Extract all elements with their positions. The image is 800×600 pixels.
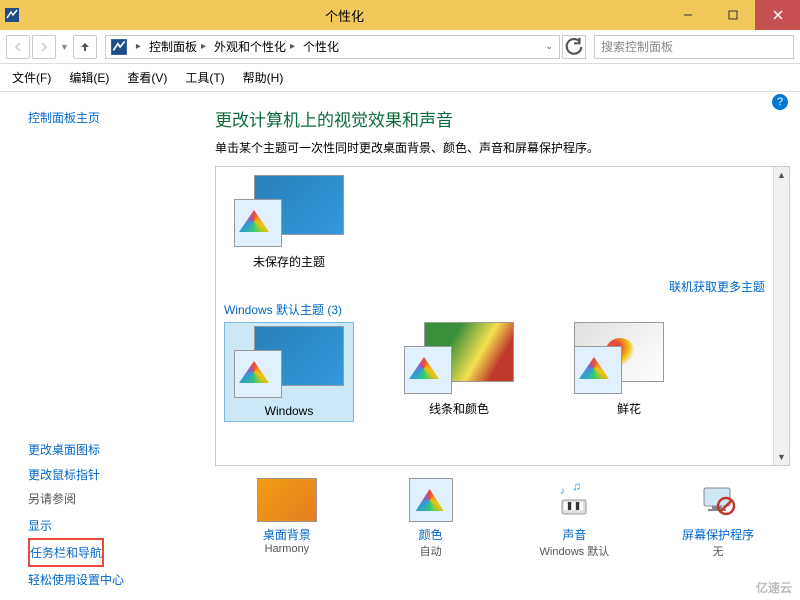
menu-tools[interactable]: 工具(T) <box>185 69 224 86</box>
up-button[interactable] <box>73 35 97 59</box>
nav-bar: ▼ ▸ 控制面板▸ 外观和个性化▸ 个性化 ⌄ 搜索控制面板 <box>0 30 800 64</box>
screensaver-setting[interactable]: 屏幕保护程序 无 <box>663 478 773 559</box>
forward-button[interactable] <box>32 35 56 59</box>
setting-value: 自动 <box>376 543 486 559</box>
watermark: 亿速云 <box>756 579 792 596</box>
theme-lines-colors[interactable]: 线条和颜色 <box>394 322 524 422</box>
breadcrumb-control-panel[interactable]: 控制面板▸ <box>145 36 210 58</box>
close-button[interactable] <box>755 0 800 30</box>
themes-panel: 未保存的主题 联机获取更多主题 Windows 默认主题 (3) Windows… <box>215 166 790 466</box>
theme-label: 未保存的主题 <box>224 253 354 270</box>
breadcrumb-label: 个性化 <box>303 38 339 55</box>
color-thumb <box>234 350 282 398</box>
sound-setting[interactable]: ♪♫ 声音 Windows 默认 <box>519 478 629 559</box>
menu-view[interactable]: 查看(V) <box>127 69 167 86</box>
page-subtext: 单击某个主题可一次性同时更改桌面背景、颜色、声音和屏幕保护程序。 <box>215 139 790 156</box>
breadcrumb-appearance[interactable]: 外观和个性化▸ <box>210 36 299 58</box>
color-thumb <box>404 346 452 394</box>
maximize-button[interactable] <box>710 0 755 30</box>
setting-label: 桌面背景 <box>232 526 342 543</box>
color-thumb <box>574 346 622 394</box>
bottom-settings-bar: 桌面背景 Harmony 颜色 自动 ♪♫ 声音 Windows 默认 屏幕保护… <box>215 466 790 559</box>
sound-icon: ♪♫ <box>547 478 601 522</box>
menu-file[interactable]: 文件(F) <box>12 69 51 86</box>
recent-dropdown[interactable]: ▼ <box>60 42 69 52</box>
menu-bar: 文件(F) 编辑(E) 查看(V) 工具(T) 帮助(H) <box>0 64 800 92</box>
breadcrumb-root-sep[interactable]: ▸ <box>128 36 145 58</box>
back-button[interactable] <box>6 35 30 59</box>
theme-label: 线条和颜色 <box>394 400 524 417</box>
minimize-button[interactable] <box>665 0 710 30</box>
color-icon <box>409 478 453 522</box>
breadcrumb-label: 控制面板 <box>149 38 197 55</box>
breadcrumb-personalization[interactable]: 个性化 <box>299 36 343 58</box>
theme-flowers[interactable]: 鲜花 <box>564 322 694 422</box>
menu-help[interactable]: 帮助(H) <box>243 69 284 86</box>
theme-label: 鲜花 <box>564 400 694 417</box>
sidebar-taskbar-nav[interactable]: 任务栏和导航 <box>28 538 104 567</box>
breadcrumb-label: 外观和个性化 <box>214 38 286 55</box>
scroll-up-icon[interactable]: ▲ <box>774 167 789 183</box>
sidebar-mouse-pointers[interactable]: 更改鼠标指针 <box>28 463 205 486</box>
content-area: ? 更改计算机上的视觉效果和声音 单击某个主题可一次性同时更改桌面背景、颜色、声… <box>205 92 800 600</box>
scroll-down-icon[interactable]: ▼ <box>774 449 789 465</box>
svg-text:♪: ♪ <box>560 486 565 497</box>
help-icon[interactable]: ? <box>772 94 788 110</box>
system-icon <box>4 7 20 23</box>
wallpaper-icon <box>257 478 317 522</box>
screensaver-icon <box>691 478 745 522</box>
setting-value: Harmony <box>232 543 342 555</box>
sidebar-desktop-icons[interactable]: 更改桌面图标 <box>28 438 205 461</box>
title-bar: 个性化 <box>0 0 800 30</box>
window-title: 个性化 <box>24 6 665 25</box>
theme-group-header: Windows 默认主题 (3) <box>224 301 781 318</box>
setting-label: 颜色 <box>376 526 486 543</box>
sidebar: 控制面板主页 更改桌面图标 更改鼠标指针 另请参阅 显示 任务栏和导航 轻松使用… <box>0 92 205 600</box>
color-thumb <box>234 199 282 247</box>
theme-windows[interactable]: Windows <box>224 322 354 422</box>
theme-label: Windows <box>228 404 350 418</box>
setting-label: 声音 <box>519 526 629 543</box>
sidebar-see-also-header: 另请参阅 <box>28 490 205 507</box>
sidebar-ease-of-access[interactable]: 轻松使用设置中心 <box>28 567 205 592</box>
search-placeholder: 搜索控制面板 <box>601 38 673 55</box>
online-themes-link[interactable]: 联机获取更多主题 <box>224 278 765 295</box>
theme-unsaved[interactable]: 未保存的主题 <box>224 175 354 270</box>
setting-value: Windows 默认 <box>519 543 629 559</box>
sidebar-display[interactable]: 显示 <box>28 513 205 538</box>
control-panel-icon <box>110 38 128 56</box>
address-dropdown-icon[interactable]: ⌄ <box>539 41 559 52</box>
scrollbar[interactable]: ▲ ▼ <box>773 167 789 465</box>
refresh-button[interactable] <box>562 35 586 59</box>
color-setting[interactable]: 颜色 自动 <box>376 478 486 559</box>
search-input[interactable]: 搜索控制面板 <box>594 35 794 59</box>
setting-label: 屏幕保护程序 <box>663 526 773 543</box>
menu-edit[interactable]: 编辑(E) <box>69 69 109 86</box>
address-bar[interactable]: ▸ 控制面板▸ 外观和个性化▸ 个性化 ⌄ <box>105 35 560 59</box>
setting-value: 无 <box>663 543 773 559</box>
desktop-background-setting[interactable]: 桌面背景 Harmony <box>232 478 342 559</box>
svg-text:♫: ♫ <box>572 480 581 493</box>
sidebar-home[interactable]: 控制面板主页 <box>28 106 205 425</box>
page-heading: 更改计算机上的视觉效果和声音 <box>215 106 790 131</box>
scroll-track[interactable] <box>774 183 789 449</box>
